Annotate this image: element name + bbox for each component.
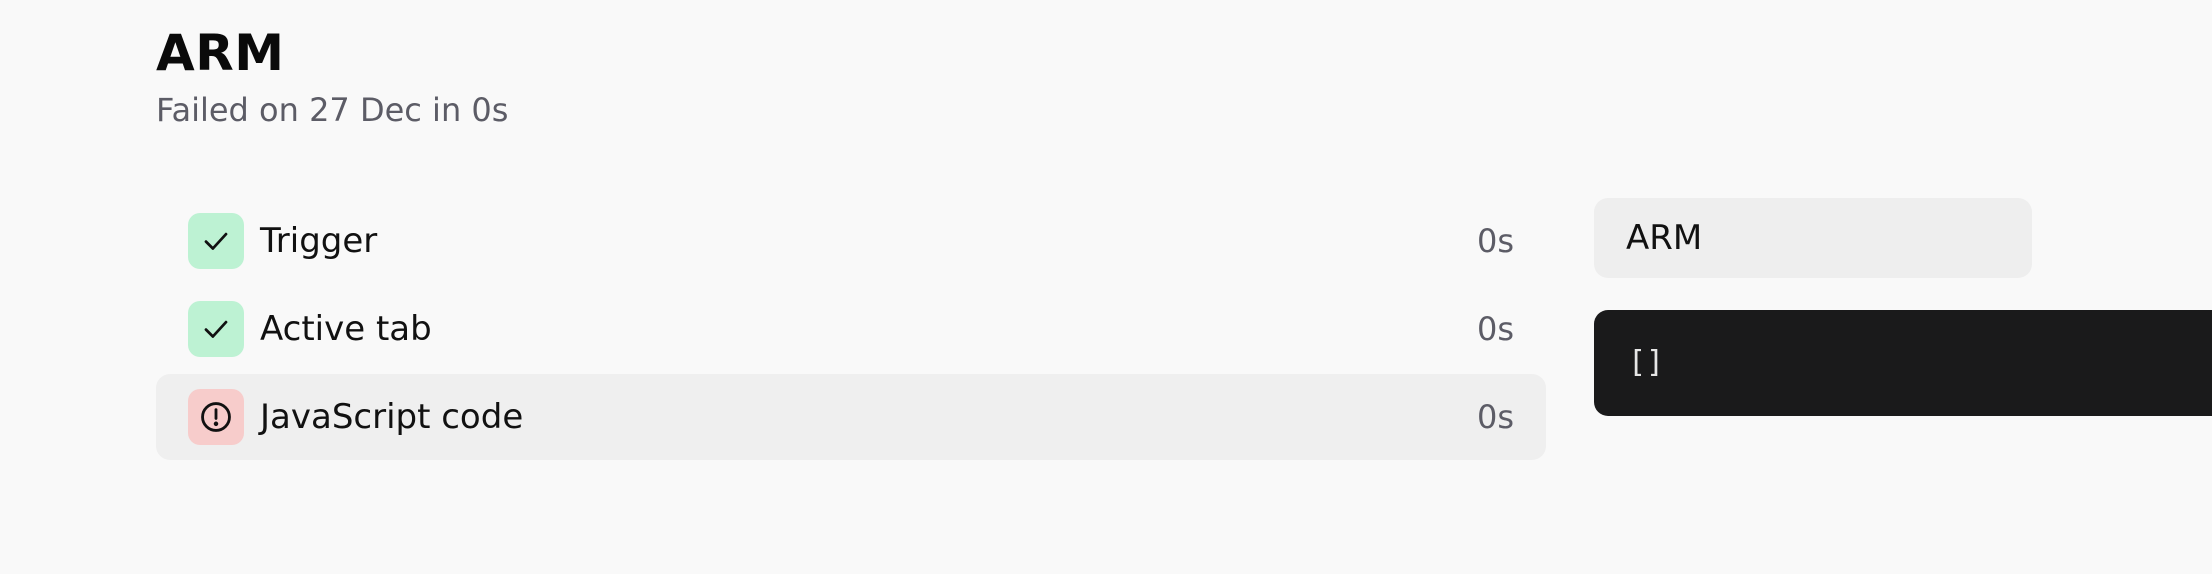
step-duration: 0s (1476, 310, 1514, 348)
step-label: Active tab (260, 309, 432, 349)
step-label: Trigger (260, 221, 378, 261)
detail-header-label: ARM (1626, 218, 1703, 258)
detail-header: ARM (1594, 198, 2032, 278)
check-icon (204, 320, 228, 338)
step-row-javascript-code[interactable]: JavaScript code 0s (156, 374, 1546, 460)
step-label: JavaScript code (260, 397, 524, 437)
output-panel[interactable]: [] (1594, 310, 2212, 416)
step-duration: 0s (1476, 222, 1514, 260)
step-status-success-badge (188, 301, 244, 357)
step-status-error-badge (188, 389, 244, 445)
step-row-trigger[interactable]: Trigger 0s (156, 198, 1546, 284)
step-status-success-badge (188, 213, 244, 269)
check-icon (204, 232, 228, 250)
page-subtitle: Failed on 27 Dec in 0s (156, 91, 509, 129)
alert-circle-icon (201, 402, 231, 432)
page-title: ARM (156, 24, 285, 82)
output-text: [] (1628, 345, 1665, 380)
step-list: Trigger 0s Active tab 0s JavaScript code… (156, 198, 1546, 462)
step-row-active-tab[interactable]: Active tab 0s (156, 286, 1546, 372)
step-duration: 0s (1476, 398, 1514, 436)
